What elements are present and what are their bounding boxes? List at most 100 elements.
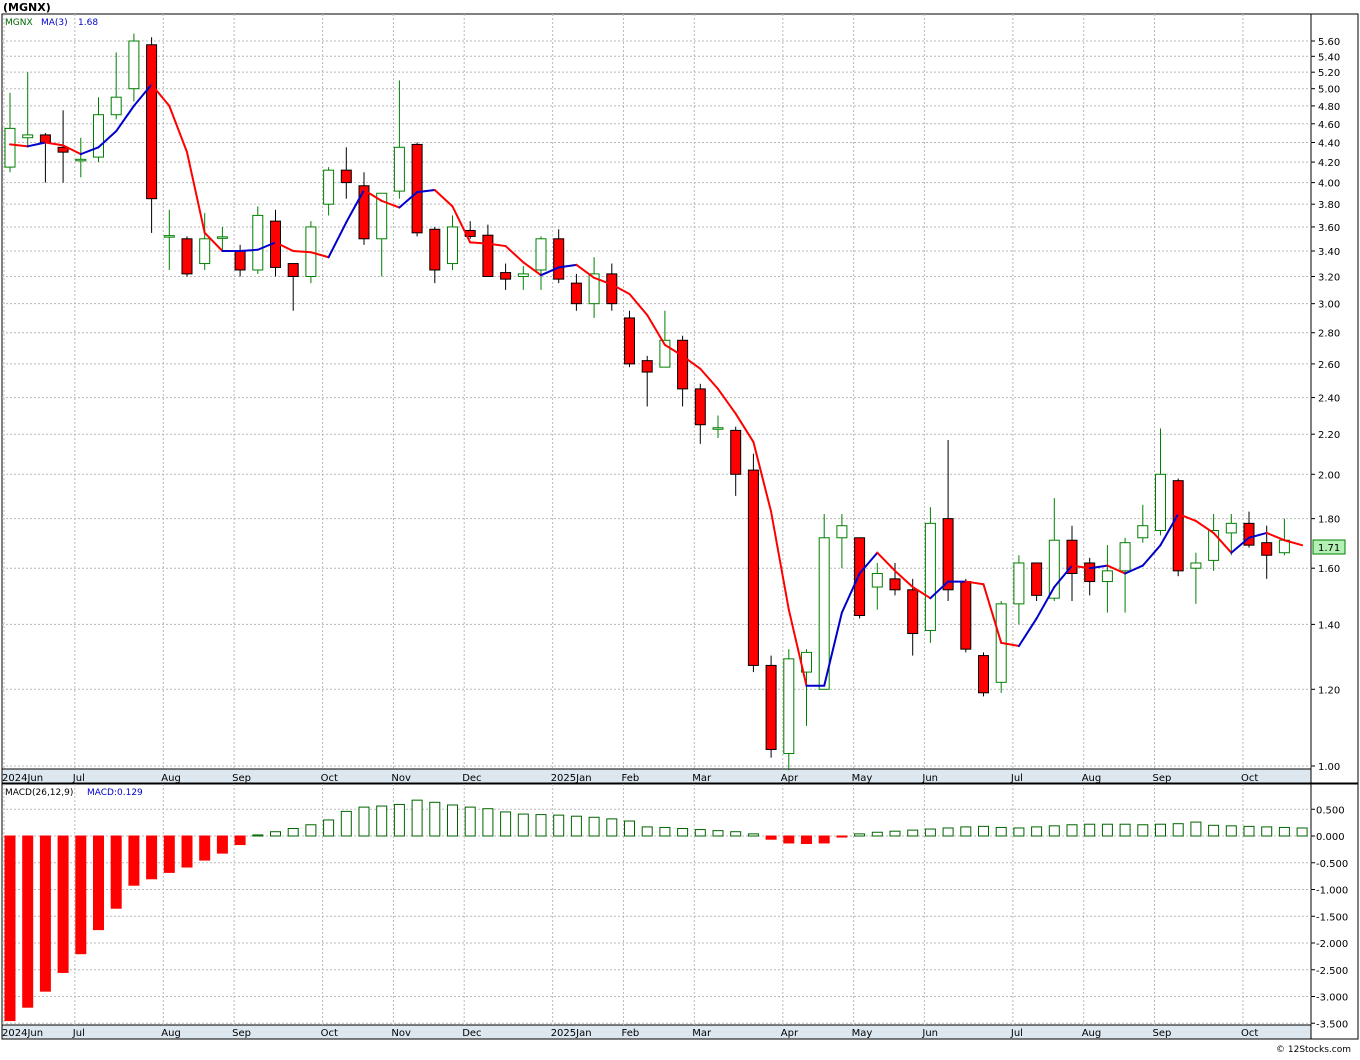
macd-bar — [340, 810, 352, 837]
macd-bar — [801, 835, 812, 844]
price-xtick-label: Jun — [921, 773, 938, 784]
ma3-segment — [292, 249, 312, 254]
candle — [252, 206, 264, 274]
candle-body — [1031, 562, 1043, 596]
macd-bar — [960, 826, 972, 837]
macd-bar — [871, 831, 883, 837]
price-xtick-label: Nov — [391, 773, 411, 784]
macd-xtick-label: Aug — [161, 1028, 181, 1039]
price-ytick-label: 4.80 — [1318, 102, 1340, 113]
macd-ytick-label: -2.000 — [1316, 939, 1348, 950]
macd-bar — [677, 828, 689, 837]
macd-xtick-label: Jul — [1010, 1028, 1023, 1039]
legend-ticker: MGNX — [5, 18, 33, 28]
candle-body — [889, 578, 901, 591]
candle-body — [1190, 562, 1202, 569]
candle-body — [1137, 525, 1149, 539]
candle-body — [553, 238, 565, 280]
candle-body — [907, 589, 919, 635]
macd-bar — [606, 818, 618, 837]
candle-body — [1084, 562, 1096, 583]
macd-bar — [889, 830, 901, 837]
candle-body — [871, 572, 883, 588]
macd-value-label: MACD:0.129 — [87, 788, 143, 798]
macd-bar — [216, 835, 228, 854]
candle-body — [93, 114, 104, 158]
price-xtick-label: May — [852, 773, 873, 784]
chart-canvas: 5.60 5.40 5.20 5.00 4.80 4.60 4.40 4.20 4.00 3.80… — [1, 1, 1359, 1055]
macd-bar — [1066, 824, 1078, 837]
macd-bar — [765, 835, 777, 840]
candle — [624, 310, 635, 368]
macd-xtick-label: Feb — [622, 1028, 640, 1039]
macd-xtick-label: Oct — [1241, 1028, 1258, 1039]
candle-body — [694, 388, 706, 426]
macd-bar — [818, 835, 830, 844]
price-ytick-label: 3.40 — [1318, 247, 1340, 258]
macd-xtick-label: Jul — [72, 1028, 85, 1039]
candle-body — [323, 169, 335, 205]
candle-body — [570, 282, 582, 305]
price-xtick-label: Apr — [781, 773, 799, 784]
candle — [1031, 562, 1043, 602]
candle — [783, 649, 795, 771]
candle-body — [1101, 570, 1113, 583]
macd-bar — [854, 833, 866, 837]
candle-body — [1013, 562, 1025, 605]
price-xtick-label: Feb — [622, 773, 640, 784]
macd-bar — [1243, 825, 1255, 837]
macd-bar — [1296, 827, 1308, 837]
candle — [924, 507, 936, 643]
candle-body — [924, 522, 936, 631]
candle-body — [730, 429, 742, 475]
candle-body — [765, 664, 777, 750]
candle — [411, 142, 423, 237]
macd-bar — [287, 828, 299, 837]
candle — [181, 236, 193, 277]
macd-ytick-label: -3.000 — [1316, 993, 1348, 1004]
price-xtick-label: Aug — [161, 773, 181, 784]
macd-bar — [1101, 823, 1113, 837]
candle-body — [4, 127, 16, 168]
candle-body — [287, 263, 299, 278]
macd-bar — [641, 826, 653, 837]
macd-ytick-label: -1.500 — [1316, 912, 1348, 923]
price-ytick-label: 2.80 — [1318, 329, 1340, 340]
macd-xtick-label: Apr — [781, 1028, 799, 1039]
macd-bar — [234, 835, 246, 846]
candle-body — [818, 537, 830, 690]
macd-bar — [553, 814, 565, 837]
candle-body — [1208, 529, 1220, 561]
price-ytick-label: 1.80 — [1318, 515, 1340, 526]
macd-bar — [323, 819, 335, 837]
price-ytick-label: 3.00 — [1318, 300, 1340, 311]
macd-bar — [535, 814, 547, 837]
candle-body — [411, 143, 423, 234]
price-ytick-label: 5.40 — [1318, 52, 1340, 63]
macd-bar — [1155, 823, 1166, 837]
macd-bar — [110, 835, 122, 909]
candle-body — [39, 134, 51, 143]
macd-xtick-label: Jun — [921, 1028, 938, 1039]
macd-xtick-label: 2024Jun — [2, 1028, 43, 1039]
macd-bar — [570, 815, 582, 837]
ma3-segment — [239, 248, 259, 252]
candle-body — [978, 655, 989, 694]
price-ytick-label: 2.00 — [1318, 470, 1340, 481]
macd-bar — [1261, 826, 1273, 837]
candle — [960, 578, 972, 653]
price-xtick-label: Oct — [1241, 773, 1258, 784]
candle-body — [641, 360, 653, 373]
macd-xtick-label: Mar — [692, 1028, 712, 1039]
macd-bar — [429, 801, 441, 837]
price-axis-strip — [1, 768, 1312, 784]
macd-xtick-label: 2025Jan — [551, 1028, 592, 1039]
macd-bar — [1208, 824, 1220, 837]
macd-ytick-label: -3.500 — [1316, 1019, 1348, 1030]
legend-ma-value: 1.68 — [78, 18, 98, 28]
candle — [765, 655, 777, 758]
macd-xtick-label: Sep — [232, 1028, 251, 1039]
price-ytick-label: 1.60 — [1318, 564, 1340, 575]
candle-body — [75, 158, 87, 162]
macd-bar — [376, 805, 388, 837]
